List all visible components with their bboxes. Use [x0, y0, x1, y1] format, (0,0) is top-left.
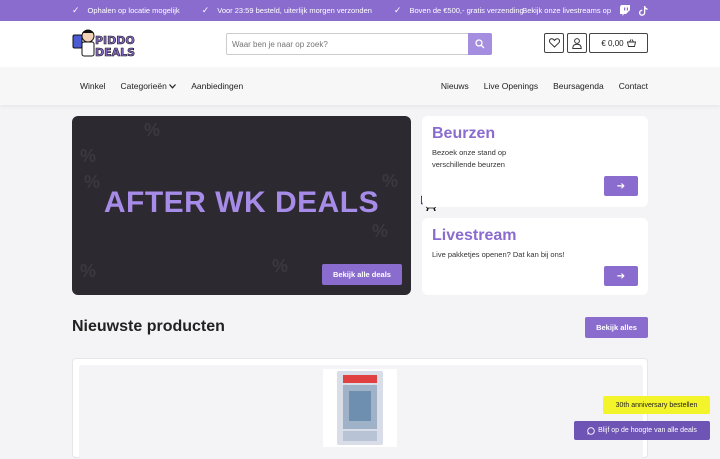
cart-button[interactable]: € 0,00 [589, 33, 648, 53]
heart-icon [548, 38, 560, 48]
nav-item-winkel[interactable]: Winkel [80, 81, 106, 91]
anniversary-button[interactable]: 30th anniversary bestellen [603, 396, 710, 414]
percent-decoration: % [272, 256, 289, 276]
arrow-right-icon: ➔ [616, 180, 626, 192]
user-icon [572, 37, 582, 49]
usp-text: Boven de €500,- gratis verzending [409, 6, 524, 15]
percent-decoration: % [80, 261, 97, 281]
beurzen-card[interactable]: Beurzen Bezoek onze stand op verschillend… [422, 116, 648, 207]
nav-item-aanbiedingen[interactable]: Aanbiedingen [191, 81, 243, 91]
nav-item-beursagenda[interactable]: Beursagenda [553, 81, 604, 91]
usp-text: Voor 23:59 besteld, uiterlijk morgen ver… [217, 6, 372, 15]
livestream-text: Live pakketjes openen? Dat kan bij ons! [432, 250, 565, 259]
section-title: Nieuwste producten [72, 318, 225, 335]
product-carousel [72, 358, 648, 459]
livestream-arrow-button[interactable]: ➔ [604, 266, 638, 286]
view-all-button[interactable]: Bekijk alles [585, 317, 648, 338]
nav-label: Categorieën [120, 81, 167, 91]
beurzen-arrow-button[interactable]: ➔ [604, 176, 638, 196]
site-logo[interactable]: PIDDO DEALS [72, 27, 138, 61]
percent-decoration: % [144, 120, 161, 140]
livestream-links: Bekijk onze livestreams op [522, 5, 648, 16]
account-button[interactable] [567, 33, 587, 53]
usp-text: Ophalen op locatie mogelijk [87, 6, 180, 15]
search-icon [475, 39, 485, 49]
beurzen-text: Bezoek onze stand op verschillende beurze… [432, 147, 506, 171]
search-input[interactable] [227, 34, 467, 55]
usp-item: ✓ Voor 23:59 besteld, uiterlijk morgen ve… [202, 5, 372, 16]
beurzen-title: Beurzen [432, 125, 496, 142]
check-icon: ✓ [201, 5, 210, 15]
search-button[interactable] [468, 33, 492, 55]
check-icon: ✓ [72, 5, 80, 15]
chevron-down-icon [169, 84, 177, 89]
logo-text-2: DEALS [95, 46, 135, 59]
livestream-card[interactable]: Livestream Live pakketjes openen? Dat ka… [422, 218, 648, 295]
twitch-icon[interactable] [620, 5, 630, 16]
whatsapp-button[interactable]: Blijf op de hoogte van alle deals [574, 421, 710, 440]
product-card[interactable] [79, 365, 643, 459]
nav-item-categorieen[interactable]: Categorieën [121, 81, 177, 91]
wishlist-button[interactable] [544, 33, 564, 53]
beurzen-text-line-1: Bezoek onze stand op [432, 148, 507, 157]
cart-total: € 0,00 [601, 38, 624, 48]
nav-item-live-openings[interactable]: Live Openings [484, 81, 538, 91]
check-icon: ✓ [393, 5, 402, 15]
livestream-text: Bekijk onze livestreams op [522, 6, 611, 15]
percent-decoration: % [80, 146, 97, 166]
hero-title: AFTER WK DEALS [103, 186, 380, 219]
livestream-title: Livestream [432, 227, 517, 244]
usp-bar: ✓ Ophalen op locatie mogelijk ✓ Voor 23:59… [0, 0, 720, 21]
search-bar [226, 33, 492, 55]
usp-item: ✓ Boven de €500,- gratis verzending [394, 5, 524, 16]
site-header: PIDDO DEALS € 0,00 [0, 21, 720, 67]
whatsapp-text: Blijf op de hoogte van alle deals [598, 427, 697, 434]
basket-icon [626, 39, 636, 47]
percent-decoration: % [372, 221, 389, 241]
usp-item: ✓ Ophalen op locatie mogelijk [72, 5, 180, 16]
main-nav: Winkel Categorieën Aanbiedingen Nieuws L… [0, 67, 720, 105]
arrow-right-icon: ➔ [616, 270, 626, 282]
view-deals-button[interactable]: Bekijk alle deals [322, 264, 402, 285]
beurzen-text-line-2: verschillende beurzen [432, 160, 505, 169]
tiktok-icon[interactable] [639, 5, 648, 16]
nav-item-nieuws[interactable]: Nieuws [441, 81, 469, 91]
hero-banner[interactable]: % % % % % % % AFTER WK DEALS Bekijk alle… [72, 116, 411, 295]
whatsapp-icon [587, 426, 595, 435]
product-image[interactable] [323, 369, 397, 447]
nav-item-contact[interactable]: Contact [619, 81, 648, 91]
